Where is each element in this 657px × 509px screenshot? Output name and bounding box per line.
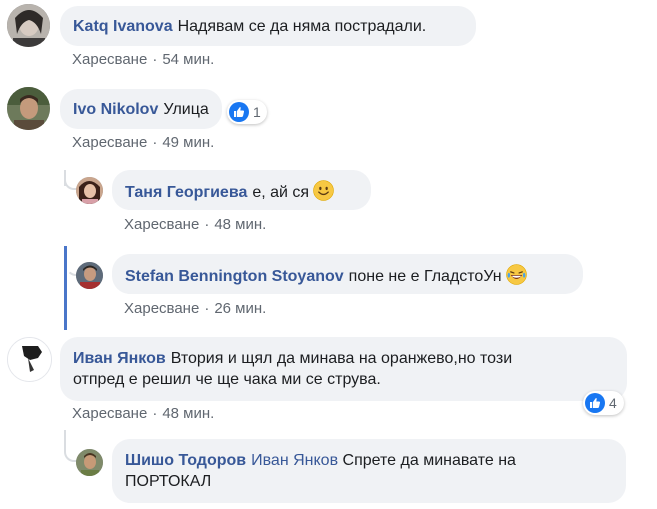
- meta-separator: ·: [204, 216, 210, 233]
- like-button[interactable]: Харесване: [72, 51, 147, 68]
- user-photo-icon: [7, 4, 50, 47]
- reaction-count-value: 1: [253, 104, 261, 120]
- comment-author-link[interactable]: Таня Георгиева: [125, 184, 247, 201]
- comment-timestamp[interactable]: 48 мин.: [162, 405, 214, 422]
- comment-text: отпред е решил че ще чака ми се струва.: [73, 371, 381, 388]
- comment-text: е, ай ся: [252, 184, 310, 201]
- like-button[interactable]: Харесване: [124, 216, 199, 233]
- comment-text: ПОРТОКАЛ: [125, 473, 212, 490]
- comment-bubble: Иван Янков Втория и щял да минава на оран…: [60, 337, 627, 401]
- avatar[interactable]: [76, 262, 103, 289]
- comment-timestamp[interactable]: 48 мин.: [214, 216, 266, 233]
- thread-line: [64, 430, 66, 450]
- thread-highlight-bar: [64, 246, 67, 330]
- meta-separator: ·: [152, 51, 158, 68]
- comment-bubble: Шишо Тодоров Иван Янков Спрете да минават…: [112, 439, 626, 503]
- meta-separator: ·: [152, 134, 158, 151]
- comment-meta: Харесване · 48 мин.: [124, 216, 266, 234]
- comment-timestamp[interactable]: 26 мин.: [214, 300, 266, 317]
- comment-meta: Харесване · 49 мин.: [72, 134, 214, 152]
- smile-emoji-icon: [313, 180, 334, 201]
- avatar[interactable]: [7, 4, 50, 47]
- comment-meta: Харесване · 26 мин.: [124, 300, 266, 318]
- comment-text: Надявам се да няма пострадали.: [177, 18, 427, 35]
- comment-bubble: Таня Георгиева е, ай ся: [112, 170, 371, 210]
- comment-text: Улица: [163, 101, 209, 118]
- comment-author-link[interactable]: Ivo Nikolov: [73, 101, 158, 118]
- comment-meta: Харесване · 48 мин.: [72, 405, 214, 423]
- comment-author-link[interactable]: Иван Янков: [73, 350, 166, 367]
- comment-timestamp[interactable]: 54 мин.: [162, 51, 214, 68]
- comment-meta: Харесване · 54 мин.: [72, 51, 214, 69]
- reaction-count[interactable]: 1: [227, 100, 267, 124]
- reaction-count[interactable]: 4: [583, 391, 624, 415]
- like-reaction-icon: [229, 102, 249, 122]
- user-photo-icon: [76, 262, 103, 289]
- meta-separator: ·: [204, 300, 210, 317]
- comment-bubble: Katq Ivanova Надявам се да няма пострадал…: [60, 6, 476, 46]
- reaction-count-value: 4: [609, 395, 617, 411]
- like-reaction-icon: [585, 393, 605, 413]
- comment-bubble: Ivo Nikolov Улица: [60, 89, 222, 129]
- user-photo-icon: [76, 449, 103, 476]
- laughing-tears-emoji-icon: [505, 264, 527, 285]
- avatar[interactable]: [7, 87, 50, 130]
- meta-separator: ·: [152, 405, 158, 422]
- comment-timestamp[interactable]: 49 мин.: [162, 134, 214, 151]
- mention-link[interactable]: Иван Янков: [251, 452, 338, 469]
- comment-text: Спрете да минавате на: [342, 452, 516, 469]
- comment-author-link[interactable]: Katq Ivanova: [73, 18, 173, 35]
- avatar[interactable]: [7, 337, 52, 382]
- user-photo-icon: [7, 87, 50, 130]
- comment-author-link[interactable]: Stefan Bennington Stoyanov: [125, 268, 344, 285]
- like-button[interactable]: Харесване: [124, 300, 199, 317]
- comment-bubble: Stefan Bennington Stoyanov поне не е Глад…: [112, 254, 583, 294]
- user-photo-icon: [8, 338, 51, 381]
- like-button[interactable]: Харесване: [72, 134, 147, 151]
- user-photo-icon: [76, 177, 103, 204]
- comment-author-link[interactable]: Шишо Тодоров: [125, 452, 246, 469]
- like-button[interactable]: Харесване: [72, 405, 147, 422]
- comment-text: Втория и щял да минава на оранжево,но то…: [170, 350, 513, 367]
- avatar[interactable]: [76, 449, 103, 476]
- comment-text: поне не е ГладстоУн: [348, 268, 502, 285]
- avatar[interactable]: [76, 177, 103, 204]
